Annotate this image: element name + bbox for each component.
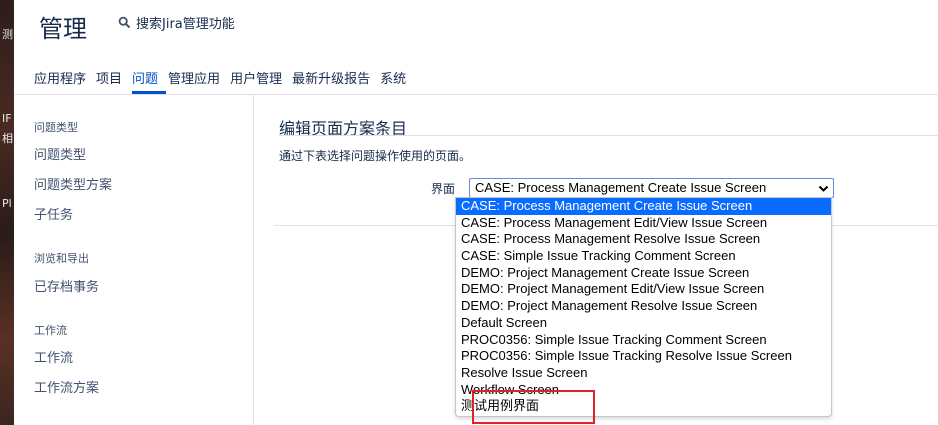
sidebar-item-workflow-schemes[interactable]: 工作流方案 [34,377,99,396]
desktop-background: 测 IF 相 Pl [0,0,14,425]
heading-divider [279,135,938,136]
sidebar-heading-issue-types: 问题类型 [34,121,78,134]
sidebar-item-issue-type-schemes[interactable]: 问题类型方案 [34,174,112,193]
tab-manage-apps[interactable]: 管理应用 [168,60,228,94]
sidebar-item-workflows[interactable]: 工作流 [34,347,73,366]
chevron-down-icon [818,182,829,197]
admin-tabs: 应用程序 项目 问题 管理应用 用户管理 最新升级报告 系统 [34,60,416,94]
select-option[interactable]: DEMO: Project Management Resolve Issue S… [456,298,831,315]
desktop-text: 测 [2,28,13,41]
annotation-highlight-box [472,390,595,424]
tab-projects[interactable]: 项目 [96,60,130,94]
admin-search[interactable]: 搜索Jira管理功能 [118,13,235,32]
screen-select[interactable]: CASE: Process Management Create Issue Sc… [469,178,834,198]
select-option[interactable]: CASE: Process Management Resolve Issue S… [456,231,831,248]
sidebar-heading-browse-export: 浏览和导出 [34,252,89,265]
select-option[interactable]: DEMO: Project Management Edit/View Issue… [456,281,831,298]
sidebar-item-issue-types[interactable]: 问题类型 [34,144,86,163]
select-option[interactable]: CASE: Process Management Create Issue Sc… [456,198,831,215]
page-title: 管理 [39,15,87,43]
select-option[interactable]: PROC0356: Simple Issue Tracking Resolve … [456,348,831,365]
desktop-text: 相 [2,132,13,145]
search-label: 搜索Jira管理功能 [136,17,235,32]
tab-system[interactable]: 系统 [380,60,414,94]
select-option[interactable]: DEMO: Project Management Create Issue Sc… [456,265,831,282]
select-option[interactable]: Default Screen [456,315,831,332]
section-description: 通过下表选择问题操作使用的页面。 [279,149,472,163]
search-icon [118,16,131,29]
sidebar-heading-workflows: 工作流 [34,324,67,337]
sidebar-item-subtasks[interactable]: 子任务 [34,204,73,223]
screen-select-options: CASE: Process Management Create Issue Sc… [455,197,832,417]
screen-select-value: CASE: Process Management Create Issue Sc… [475,180,767,195]
sidebar: 问题类型 问题类型 问题类型方案 子任务 浏览和导出 已存档事务 工作流 工作流… [14,95,254,425]
tab-applications[interactable]: 应用程序 [34,60,94,94]
select-option[interactable]: PROC0356: Simple Issue Tracking Comment … [456,332,831,349]
select-option[interactable]: CASE: Simple Issue Tracking Comment Scre… [456,248,831,265]
tab-issues[interactable]: 问题 [132,60,167,94]
screen-field-label: 界面 [431,182,456,196]
header: 管理 搜索Jira管理功能 [14,0,938,52]
tab-user-management[interactable]: 用户管理 [230,60,290,94]
select-option[interactable]: Resolve Issue Screen [456,365,831,382]
desktop-text: Pl [2,197,12,210]
tab-upgrade-report[interactable]: 最新升级报告 [292,60,378,94]
desktop-text: IF [2,112,12,125]
sidebar-item-archived-issues[interactable]: 已存档事务 [34,276,99,295]
select-option[interactable]: CASE: Process Management Edit/View Issue… [456,215,831,232]
